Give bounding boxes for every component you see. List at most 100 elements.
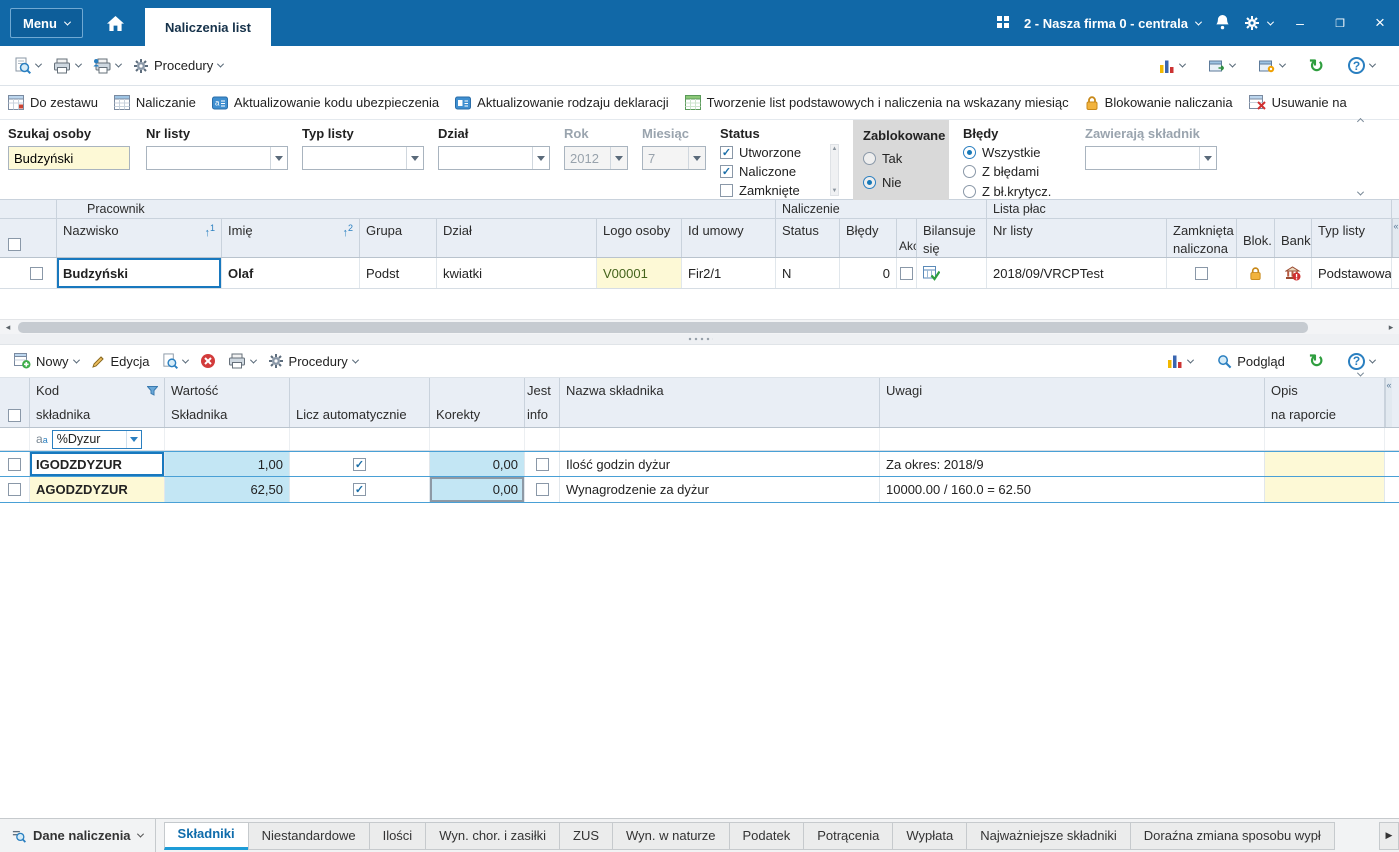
dzial-select[interactable]	[438, 146, 550, 170]
column-header-nr-listy[interactable]: Nr listy	[987, 219, 1167, 257]
detail-header-nazwa-skladnika[interactable]: Nazwa składnika	[560, 378, 880, 427]
panel-splitter[interactable]	[0, 334, 1399, 345]
radio-icon[interactable]	[963, 146, 976, 160]
detail-print-button[interactable]	[222, 349, 262, 373]
collapse-columns-icon[interactable]	[1385, 378, 1392, 427]
column-header-bank[interactable]: Bank	[1275, 219, 1312, 257]
tab-naliczenia-list[interactable]: Naliczenia list	[144, 8, 271, 46]
cell-jest-info[interactable]	[525, 477, 560, 502]
grid-settings-button[interactable]	[1253, 55, 1291, 77]
checkbox-icon[interactable]	[720, 164, 733, 178]
procedury-button[interactable]: Procedury	[127, 54, 229, 78]
bledy-option-wszystkie[interactable]: Wszystkie	[963, 145, 1071, 160]
cell-nazwa-skladnika[interactable]: Wynagrodzenie za dyżur	[560, 477, 880, 502]
select-all-checkbox[interactable]	[8, 237, 21, 251]
search-preview-button[interactable]	[8, 53, 47, 78]
cell-id-umowy[interactable]: Fir2/1	[682, 258, 776, 288]
detail-row-igodzdyzur[interactable]: IGODZDYZUR 1,00 0,00 Ilość godzin dyżur …	[0, 451, 1399, 477]
action-usuwanie[interactable]: Usuwanie na	[1248, 95, 1347, 110]
checkbox-icon[interactable]	[720, 145, 733, 159]
column-header-blok[interactable]: Blok.	[1237, 219, 1275, 257]
column-header-nazwisko[interactable]: Nazwisko 1	[57, 219, 222, 257]
tab-skladniki[interactable]: Składniki	[163, 821, 249, 850]
cell-korekty[interactable]: 0,00	[430, 452, 525, 476]
collapse-toolbar-chevron-up-icon[interactable]	[1356, 112, 1365, 127]
status-option-zamkniete[interactable]: Zamknięte	[720, 183, 816, 199]
cell-grupa[interactable]: Podst	[360, 258, 437, 288]
rok-select[interactable]: 2012	[564, 146, 628, 170]
filter-funnel-icon[interactable]	[147, 385, 158, 396]
zamknieta-checkbox[interactable]	[1195, 266, 1208, 280]
close-button[interactable]	[1367, 8, 1393, 38]
refresh-button[interactable]	[1303, 53, 1330, 79]
tab-najwazniejsze-skladniki[interactable]: Najważniejsze składniki	[966, 821, 1131, 850]
column-header-zamknieta-naliczona[interactable]: Zamknięta naliczona	[1167, 219, 1237, 257]
minimize-button[interactable]	[1287, 8, 1313, 38]
group-header-lista-plac[interactable]: Lista płac	[987, 200, 1392, 218]
column-header-id-umowy[interactable]: Id umowy	[682, 219, 776, 257]
jest-info-checkbox[interactable]	[535, 457, 549, 471]
cell-kod[interactable]: IGODZDYZUR	[30, 452, 165, 476]
tab-podatek[interactable]: Podatek	[728, 821, 805, 850]
cell-uwagi[interactable]: Za okres: 2018/9	[880, 452, 1265, 476]
text-filter-type-icon[interactable]	[36, 432, 48, 446]
expand-filters-chevron-down-icon[interactable]	[1356, 184, 1365, 199]
cell-akc[interactable]	[897, 258, 917, 288]
row-checkbox[interactable]	[8, 457, 21, 471]
apps-grid-icon[interactable]	[996, 15, 1010, 32]
export-window-button[interactable]	[1203, 55, 1241, 77]
cell-wartosc[interactable]: 1,00	[165, 452, 290, 476]
action-aktualizowanie-rodzaju[interactable]: Aktualizowanie rodzaju deklaracji	[455, 95, 669, 110]
tab-wyn-w-naturze[interactable]: Wyn. w naturze	[612, 821, 730, 850]
action-tworzenie-list[interactable]: Tworzenie list podstawowych i naliczenia…	[684, 95, 1069, 110]
checkbox-icon[interactable]	[720, 184, 733, 198]
cell-bledy[interactable]: 0	[840, 258, 897, 288]
cell-zamknieta[interactable]	[1167, 258, 1237, 288]
group-header-pracownik[interactable]: Pracownik	[57, 200, 776, 218]
action-blokowanie[interactable]: Blokowanie naliczania	[1085, 95, 1233, 111]
column-header-bilansuje-sie[interactable]: Bilansuje się	[917, 219, 987, 257]
tab-dorazna-zmiana[interactable]: Doraźna zmiana sposobu wypł	[1129, 821, 1335, 850]
scrollbar-thumb[interactable]	[18, 321, 1308, 333]
licz-checkbox[interactable]	[353, 483, 366, 496]
sort-ascending-icon[interactable]: 1	[204, 223, 215, 239]
cell-typ-listy[interactable]: Podstawowa	[1312, 258, 1392, 288]
cell-bank[interactable]	[1275, 258, 1312, 288]
typ-listy-select[interactable]	[302, 146, 424, 170]
detail-header-uwagi[interactable]: Uwagi	[880, 378, 1265, 427]
cell-logo-osoby[interactable]: V00001	[597, 258, 682, 288]
cell-licz-automatycznie[interactable]	[290, 477, 430, 502]
action-naliczanie[interactable]: Naliczanie	[113, 95, 196, 110]
cell-imie[interactable]: Olaf	[222, 258, 360, 288]
row-checkbox[interactable]	[30, 266, 43, 280]
column-header-imie[interactable]: Imię 2	[222, 219, 360, 257]
column-header-akc[interactable]: Akc	[897, 219, 917, 257]
detail-refresh-button[interactable]	[1303, 348, 1330, 374]
menu-button[interactable]: Menu	[10, 8, 83, 38]
bledy-option-krytyczne[interactable]: Z bł.krytycz.	[963, 184, 1071, 199]
collapse-columns-icon[interactable]	[1392, 219, 1399, 257]
licz-checkbox[interactable]	[353, 457, 366, 471]
action-aktualizowanie-kodu[interactable]: a Aktualizowanie kodu ubezpieczenia	[211, 95, 439, 110]
nr-listy-select[interactable]	[146, 146, 288, 170]
cell-licz-automatycznie[interactable]	[290, 452, 430, 476]
table-row-budzynski[interactable]: Budzyński Olaf Podst kwiatki V00001 Fir2…	[0, 258, 1399, 289]
scroll-left-arrow[interactable]	[0, 322, 16, 333]
edycja-button[interactable]: Edycja	[85, 350, 156, 373]
cell-korekty[interactable]: 0,00	[430, 477, 525, 502]
status-option-utworzone[interactable]: Utworzone	[720, 144, 816, 160]
detail-chart-button[interactable]	[1161, 350, 1199, 372]
cell-kod[interactable]: AGODZDYZUR	[30, 477, 165, 502]
tab-niestandardowe[interactable]: Niestandardowe	[247, 821, 370, 850]
status-list-scrollbar[interactable]: ▲ ▼	[830, 144, 839, 196]
row-checkbox[interactable]	[8, 483, 21, 496]
notifications-bell-icon[interactable]	[1215, 14, 1230, 33]
detail-header-kod-skladnika[interactable]: Kod składnika	[30, 378, 165, 427]
cell-nr-listy[interactable]: 2018/09/VRCPTest	[987, 258, 1167, 288]
tab-potracenia[interactable]: Potrącenia	[803, 821, 894, 850]
detail-header-korekty[interactable]: Korekty	[430, 378, 525, 427]
company-selector[interactable]: 2 - Nasza firma 0 - centrala	[1024, 16, 1203, 31]
zawieraja-skladnik-select[interactable]	[1085, 146, 1217, 170]
group-header-naliczenie[interactable]: Naliczenie	[776, 200, 987, 218]
detail-toolbar-chevron-down-icon[interactable]	[1356, 365, 1365, 380]
